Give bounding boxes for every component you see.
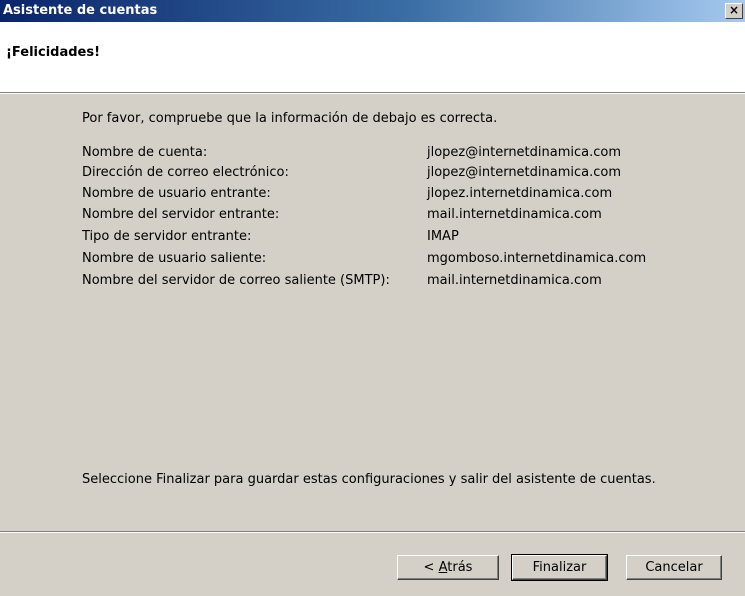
summary-value: jlopez@internetdinamica.com	[427, 145, 622, 160]
finish-note: Seleccione Finalizar para guardar estas …	[82, 472, 656, 487]
page-title: ¡Felicidades!	[6, 45, 101, 60]
summary-label: Nombre del servidor de correo saliente (…	[82, 273, 390, 288]
footer-divider	[0, 531, 745, 533]
title-bar: Asistente de cuentas ×	[0, 0, 745, 22]
cancel-button[interactable]: Cancelar	[626, 555, 722, 580]
close-icon: ×	[728, 3, 740, 17]
back-button[interactable]: < Atrás	[397, 555, 499, 580]
summary-value: jlopez.internetdinamica.com	[427, 186, 613, 201]
summary-label: Dirección de correo electrónico:	[82, 165, 289, 180]
back-button-label: trás	[447, 560, 473, 575]
summary-value: mail.internetdinamica.com	[427, 273, 602, 288]
summary-label: Tipo de servidor entrante:	[82, 229, 252, 244]
summary-label: Nombre de cuenta:	[82, 145, 208, 160]
intro-text: Por favor, compruebe que la información …	[82, 111, 498, 126]
summary-value: mgomboso.internetdinamica.com	[427, 251, 647, 266]
summary-value: jlopez@internetdinamica.com	[427, 165, 622, 180]
close-button[interactable]: ×	[725, 3, 743, 19]
window-title: Asistente de cuentas	[3, 3, 158, 18]
finish-button-label: Finalizar	[532, 560, 587, 575]
summary-value: mail.internetdinamica.com	[427, 207, 602, 222]
summary-label: Nombre de usuario saliente:	[82, 251, 267, 266]
summary-value: IMAP	[427, 229, 459, 244]
wizard-header: ¡Felicidades!	[0, 22, 745, 92]
finish-button[interactable]: Finalizar	[511, 554, 608, 581]
back-button-accelerator: A	[438, 560, 448, 575]
header-divider	[0, 92, 745, 94]
summary-label: Nombre del servidor entrante:	[82, 207, 280, 222]
back-button-prefix: <	[423, 560, 439, 575]
summary-label: Nombre de usuario entrante:	[82, 186, 271, 201]
cancel-button-label: Cancelar	[645, 560, 703, 575]
